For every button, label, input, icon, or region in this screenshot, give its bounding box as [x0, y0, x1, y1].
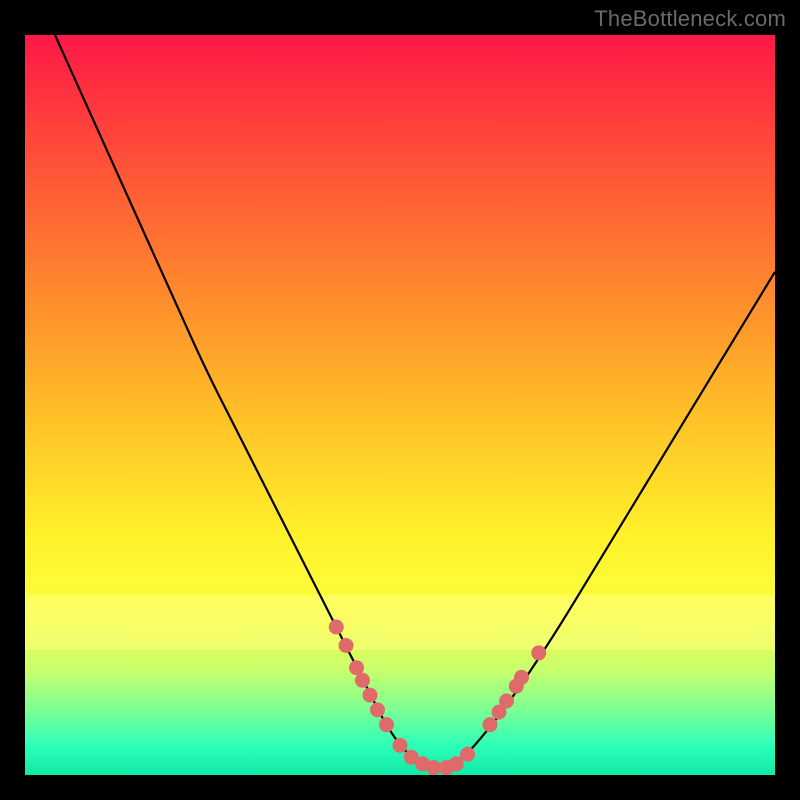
- curve-marker: [531, 645, 546, 660]
- chart-svg: [25, 35, 775, 775]
- curve-marker: [460, 747, 475, 762]
- curve-marker: [339, 638, 354, 653]
- watermark-text: TheBottleneck.com: [594, 6, 786, 32]
- curve-marker: [370, 702, 385, 717]
- curve-marker: [393, 738, 408, 753]
- curve-marker: [379, 717, 394, 732]
- bottleneck-curve: [55, 35, 775, 768]
- curve-marker: [329, 620, 344, 635]
- curve-marker: [499, 694, 514, 709]
- curve-marker: [363, 688, 378, 703]
- curve-marker: [483, 717, 498, 732]
- marker-group: [329, 620, 547, 776]
- curve-marker: [514, 670, 529, 685]
- curve-marker: [355, 673, 370, 688]
